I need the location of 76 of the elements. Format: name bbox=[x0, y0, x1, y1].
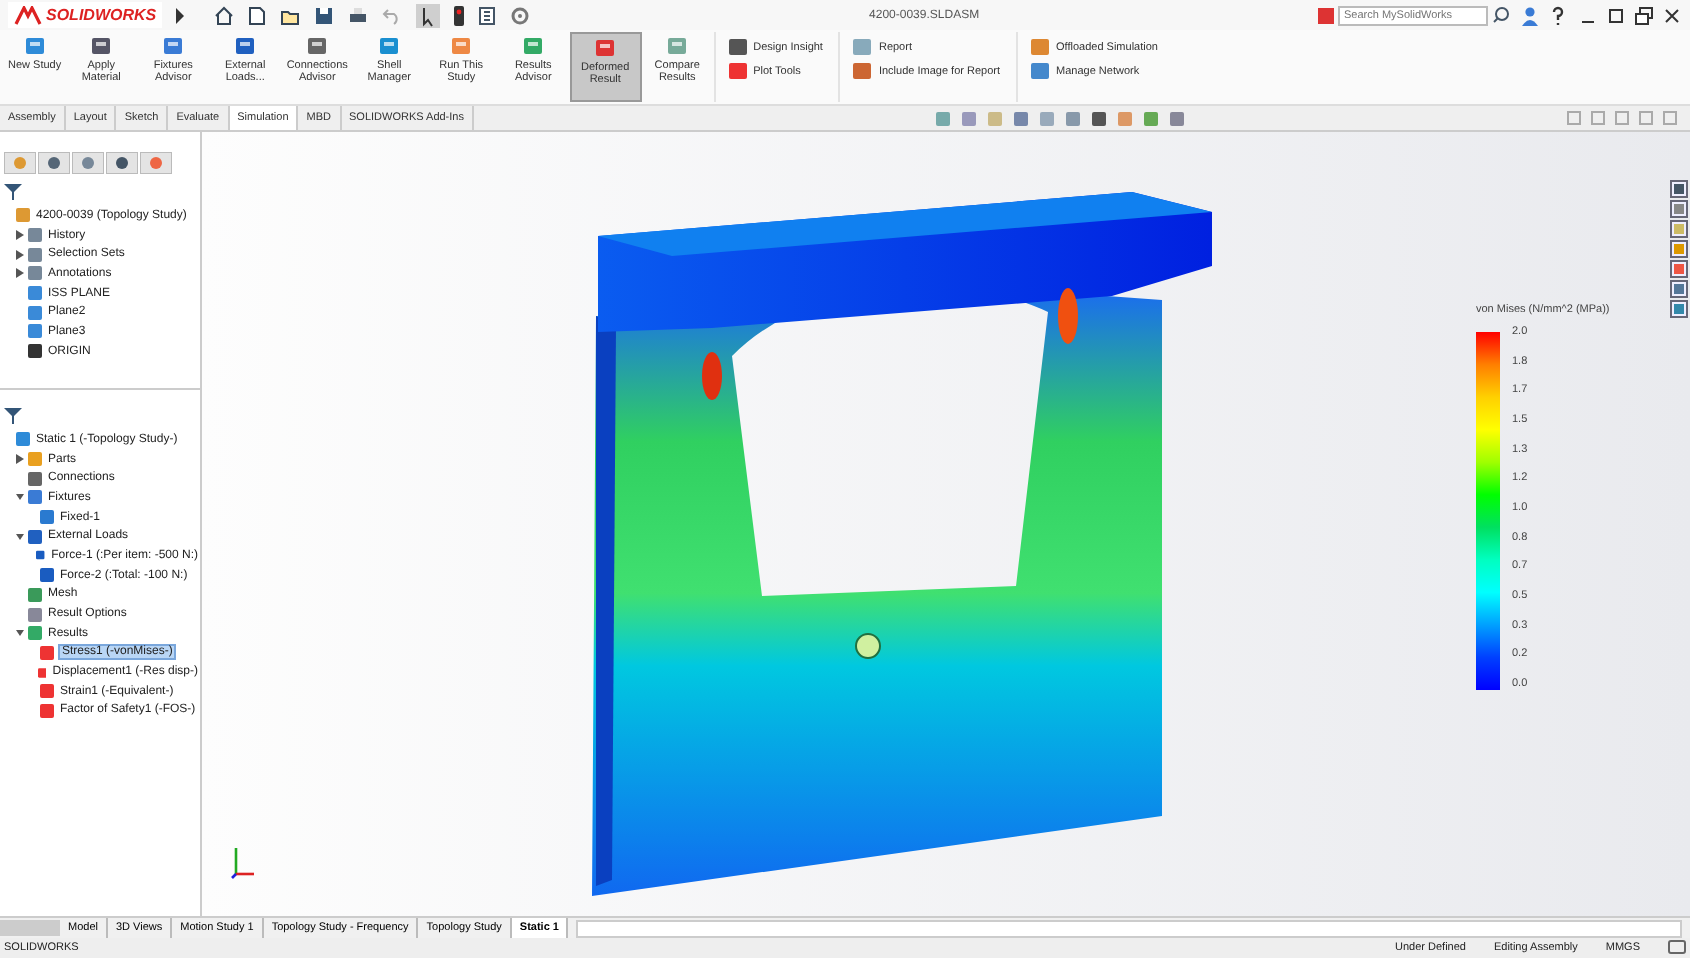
tree-node-icon bbox=[28, 344, 42, 359]
search-logo-icon bbox=[1318, 7, 1334, 23]
settings-icon[interactable] bbox=[510, 5, 531, 25]
panel-tab-icon[interactable] bbox=[38, 152, 70, 174]
tree-node-icon bbox=[28, 228, 42, 243]
tile-windows-icon[interactable] bbox=[1634, 5, 1654, 25]
panel-tab-icon[interactable] bbox=[106, 152, 138, 174]
save-icon[interactable] bbox=[314, 5, 335, 25]
tool-icon bbox=[852, 38, 873, 56]
filter-icon[interactable] bbox=[4, 408, 22, 424]
tree-node-icon bbox=[40, 568, 54, 583]
expand-caret[interactable] bbox=[16, 531, 24, 542]
tree-node-icon bbox=[28, 266, 42, 281]
tool-icon bbox=[90, 36, 113, 56]
tree-node-icon bbox=[28, 607, 42, 622]
new-document-icon[interactable] bbox=[248, 5, 267, 25]
expand-caret[interactable] bbox=[16, 249, 24, 260]
tree-node-icon bbox=[28, 626, 42, 641]
tree-node-icon bbox=[28, 452, 42, 467]
tool-icon bbox=[852, 62, 873, 80]
tree-node-icon bbox=[28, 247, 42, 262]
help-icon[interactable] bbox=[1550, 5, 1566, 25]
tree-node-icon bbox=[28, 324, 42, 339]
chat-icon[interactable] bbox=[1668, 940, 1686, 956]
tree-node-icon bbox=[28, 286, 42, 301]
panel-tab-icon[interactable] bbox=[140, 152, 172, 174]
print-icon[interactable] bbox=[348, 5, 369, 25]
open-folder-icon[interactable] bbox=[280, 5, 301, 25]
restore-icon[interactable] bbox=[1606, 5, 1626, 25]
tool-icon bbox=[727, 38, 748, 56]
expand-caret[interactable] bbox=[16, 492, 24, 503]
tree-node-icon bbox=[16, 208, 30, 223]
tool-icon bbox=[450, 36, 473, 56]
tool-icon bbox=[1030, 62, 1051, 80]
tree-node-icon bbox=[40, 510, 54, 525]
tool-icon bbox=[306, 36, 329, 56]
tree-node-icon bbox=[28, 471, 42, 486]
user-icon[interactable] bbox=[1522, 5, 1538, 25]
close-icon[interactable] bbox=[1662, 5, 1682, 25]
properties-icon[interactable] bbox=[478, 5, 497, 25]
tree-node-icon bbox=[28, 305, 42, 320]
stress-hotspot bbox=[1058, 288, 1078, 344]
tool-icon bbox=[162, 36, 185, 56]
expand-caret[interactable] bbox=[16, 268, 24, 279]
tree-node-icon bbox=[40, 645, 54, 660]
tool-icon bbox=[594, 38, 617, 58]
search-icon[interactable] bbox=[1492, 6, 1510, 24]
tool-icon bbox=[234, 36, 257, 56]
tool-icon bbox=[23, 36, 46, 56]
stress-hotspot bbox=[702, 352, 722, 400]
expand-caret[interactable] bbox=[16, 230, 24, 241]
expand-arrow-icon[interactable] bbox=[174, 7, 187, 23]
tree-node-icon bbox=[40, 703, 54, 718]
axis-triad-icon bbox=[230, 844, 258, 880]
tree-node-icon bbox=[36, 548, 46, 563]
home-icon[interactable] bbox=[214, 5, 235, 25]
tree-node-icon bbox=[28, 529, 42, 544]
tree-node-icon bbox=[28, 490, 42, 505]
tool-icon bbox=[1030, 38, 1051, 56]
tree-node-icon bbox=[37, 665, 47, 680]
tool-icon bbox=[522, 36, 545, 56]
tree-node-icon bbox=[28, 587, 42, 602]
expand-caret[interactable] bbox=[16, 454, 24, 465]
tool-icon bbox=[378, 36, 401, 56]
tree-node-icon bbox=[40, 684, 54, 699]
pointer-icon[interactable] bbox=[416, 3, 441, 27]
filter-icon[interactable] bbox=[4, 184, 22, 200]
horizontal-scrollbar[interactable] bbox=[576, 919, 1682, 937]
tree-node-icon bbox=[16, 432, 30, 447]
expand-caret[interactable] bbox=[16, 628, 24, 639]
logo-mark-icon bbox=[14, 5, 42, 25]
panel-tab-icon[interactable] bbox=[72, 152, 104, 174]
tool-icon bbox=[727, 62, 748, 80]
traffic-light-icon[interactable] bbox=[454, 5, 465, 25]
app-logo: SOLIDWORKS bbox=[8, 2, 163, 28]
tool-icon bbox=[666, 36, 689, 56]
